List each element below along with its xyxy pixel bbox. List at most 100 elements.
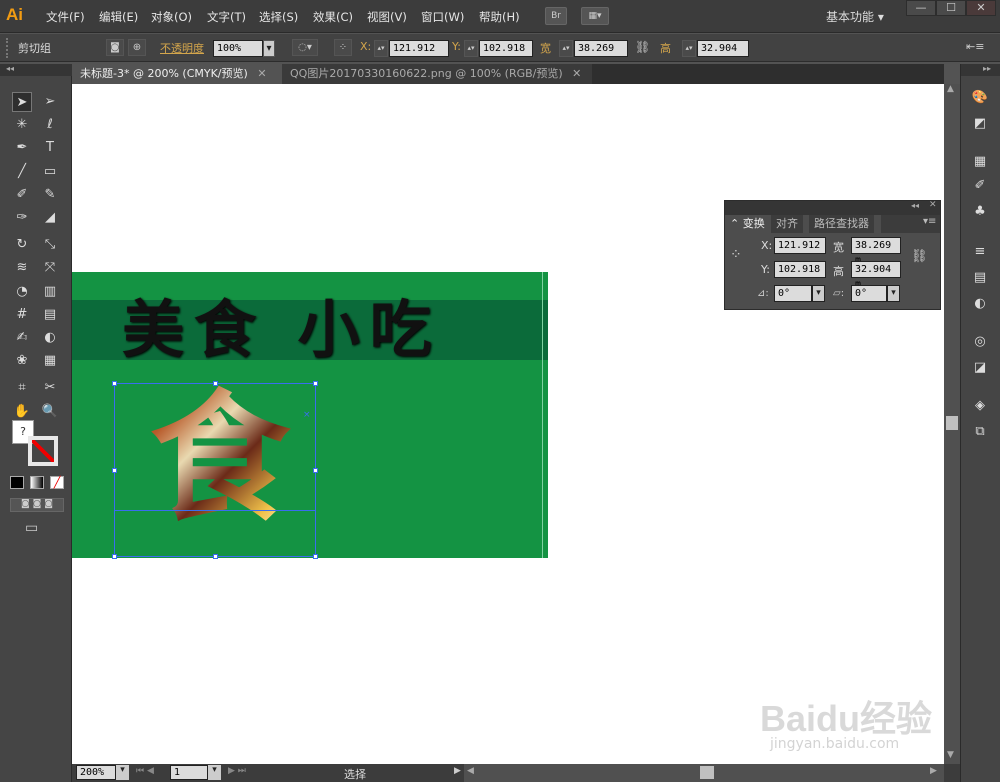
- paintbrush-tool[interactable]: ✐: [12, 185, 32, 205]
- tab-document-1[interactable]: 未标题-3* @ 200% (CMYK/预览) ✕: [72, 64, 282, 84]
- constrain-link-icon[interactable]: ⛓: [911, 249, 928, 264]
- next-artboard-icon[interactable]: ▶ ⏭: [228, 766, 246, 776]
- tab-align[interactable]: 对齐: [771, 215, 803, 233]
- opacity-label[interactable]: 不透明度: [160, 40, 204, 56]
- collapse-panel-icon[interactable]: ◂◂: [911, 201, 919, 210]
- tab-document-2[interactable]: QQ图片20170330160622.png @ 100% (RGB/预览) ✕: [282, 64, 592, 84]
- panel-y-field[interactable]: 102.918: [774, 261, 826, 278]
- menu-file[interactable]: 文件(F): [46, 9, 85, 25]
- tab-transform[interactable]: ⌃ 变换: [725, 215, 770, 233]
- layers-icon[interactable]: ◈: [970, 396, 990, 416]
- eyedropper-tool[interactable]: ✍: [12, 328, 32, 348]
- column-graph-tool[interactable]: ▦: [40, 351, 60, 371]
- reference-point-locator-icon[interactable]: ⁘: [730, 247, 742, 263]
- y-stepper[interactable]: ▴▾: [464, 40, 478, 57]
- edit-clipping-path-icon[interactable]: ◙: [106, 39, 124, 56]
- scroll-right-icon[interactable]: ▶: [930, 766, 937, 776]
- close-panel-icon[interactable]: ✕: [929, 200, 937, 210]
- scroll-down-icon[interactable]: ▼: [947, 750, 954, 760]
- handle-top-right[interactable]: [313, 381, 318, 386]
- menu-edit[interactable]: 编辑(E): [99, 9, 138, 25]
- recolor-artwork-icon[interactable]: ◌▾: [292, 39, 318, 56]
- screen-mode-icon[interactable]: ▭: [25, 520, 47, 536]
- tab-pathfinder[interactable]: 路径查找器: [809, 215, 874, 233]
- rotate-tool[interactable]: ↻: [12, 235, 32, 255]
- horizontal-scrollbar[interactable]: ◀ ▶: [464, 764, 944, 782]
- menu-effect[interactable]: 效果(C): [313, 9, 353, 25]
- height-field[interactable]: 32.904 mi: [697, 40, 749, 57]
- artboard-tool[interactable]: ⌗: [12, 378, 32, 398]
- symbols-icon[interactable]: ♣: [970, 202, 990, 222]
- handle-middle-left[interactable]: [112, 468, 117, 473]
- workspace-switcher[interactable]: 基本功能 ▾: [826, 8, 884, 25]
- gradient-mode-button[interactable]: [30, 476, 44, 489]
- handle-bottom-center[interactable]: [213, 554, 218, 559]
- color-guide-icon[interactable]: ◩: [970, 114, 990, 134]
- artboard-canvas[interactable]: 美食 小吃 食 × Baidu经验 jingyan.baidu.com: [72, 84, 944, 764]
- minimize-button[interactable]: —: [906, 0, 936, 16]
- panel-height-field[interactable]: 32.904 m: [851, 261, 901, 290]
- opacity-dropdown-icon[interactable]: ▾: [263, 40, 275, 57]
- dock-collapse-icon[interactable]: ▸▸: [961, 64, 1000, 76]
- close-icon[interactable]: ✕: [572, 67, 581, 80]
- stroke-swatch[interactable]: [28, 436, 58, 466]
- width-stepper[interactable]: ▴▾: [559, 40, 573, 57]
- x-stepper[interactable]: ▴▾: [374, 40, 388, 57]
- panel-x-field[interactable]: 121.912: [774, 237, 826, 254]
- warp-tool[interactable]: ≋: [12, 258, 32, 278]
- zoom-dropdown-icon[interactable]: ▾: [116, 765, 129, 780]
- constrain-proportions-icon[interactable]: ⛓: [635, 40, 650, 54]
- tools-panel-collapse-icon[interactable]: ◂◂: [0, 64, 72, 76]
- brushes-icon[interactable]: ✐: [970, 176, 990, 196]
- panel-menu-icon[interactable]: ⇤≡: [966, 40, 984, 53]
- menu-type[interactable]: 文字(T): [207, 9, 246, 25]
- stroke-panel-icon[interactable]: ≡: [970, 242, 990, 262]
- menu-help[interactable]: 帮助(H): [479, 9, 520, 25]
- handle-bottom-right[interactable]: [313, 554, 318, 559]
- first-artboard-icon[interactable]: ⏮ ◀: [136, 766, 154, 776]
- panel-width-field[interactable]: 38.269 m: [851, 237, 901, 266]
- appearance-icon[interactable]: ◎: [970, 332, 990, 352]
- transparency-icon[interactable]: ◐: [970, 294, 990, 314]
- color-mode-button[interactable]: [10, 476, 24, 489]
- type-tool[interactable]: T: [40, 138, 60, 158]
- perspective-grid-tool[interactable]: ▥: [40, 282, 60, 302]
- pen-tool[interactable]: ✒: [12, 138, 32, 158]
- free-transform-tool[interactable]: ⤧: [40, 258, 60, 278]
- menu-window[interactable]: 窗口(W): [421, 9, 464, 25]
- graphic-styles-icon[interactable]: ◪: [970, 358, 990, 378]
- width-field[interactable]: 38.269 mi: [574, 40, 628, 57]
- bridge-button[interactable]: Br: [545, 7, 567, 25]
- drawing-modes-icon[interactable]: ◙ ◙ ◙: [10, 498, 64, 512]
- gradient-tool[interactable]: ▤: [40, 305, 60, 325]
- artboards-icon[interactable]: ⧉: [970, 422, 990, 442]
- height-stepper[interactable]: ▴▾: [682, 40, 696, 57]
- status-menu-icon[interactable]: ▶: [454, 766, 461, 776]
- pencil-tool[interactable]: ✎: [40, 185, 60, 205]
- menu-select[interactable]: 选择(S): [259, 9, 298, 25]
- handle-bottom-left[interactable]: [112, 554, 117, 559]
- shear-dropdown-icon[interactable]: ▾: [887, 285, 900, 302]
- none-mode-button[interactable]: ╱: [50, 476, 64, 489]
- hand-tool[interactable]: ✋: [12, 402, 32, 422]
- zoom-tool[interactable]: 🔍: [40, 402, 60, 422]
- handle-middle-right[interactable]: [313, 468, 318, 473]
- line-tool[interactable]: ╱: [12, 162, 32, 182]
- blend-tool[interactable]: ◐: [40, 328, 60, 348]
- handle-top-left[interactable]: [112, 381, 117, 386]
- rectangle-tool[interactable]: ▭: [40, 162, 60, 182]
- menu-object[interactable]: 对象(O): [151, 9, 192, 25]
- handle-top-center[interactable]: [213, 381, 218, 386]
- vertical-scrollbar[interactable]: ▲ ▼: [944, 84, 960, 764]
- close-button[interactable]: ✕: [966, 0, 996, 16]
- lasso-tool[interactable]: ℓ: [40, 115, 60, 135]
- edit-contents-icon[interactable]: ⊕: [128, 39, 146, 56]
- mesh-tool[interactable]: #: [12, 305, 32, 325]
- banner-title-text[interactable]: 美食 小吃: [122, 280, 442, 380]
- horizontal-scroll-thumb[interactable]: [700, 766, 714, 779]
- color-panel-icon[interactable]: 🎨: [970, 88, 990, 108]
- y-field[interactable]: 102.918: [479, 40, 533, 57]
- eraser-tool[interactable]: ◢: [40, 208, 60, 228]
- arrange-documents-button[interactable]: ▦▾: [581, 7, 609, 25]
- symbol-sprayer-tool[interactable]: ❀: [12, 351, 32, 371]
